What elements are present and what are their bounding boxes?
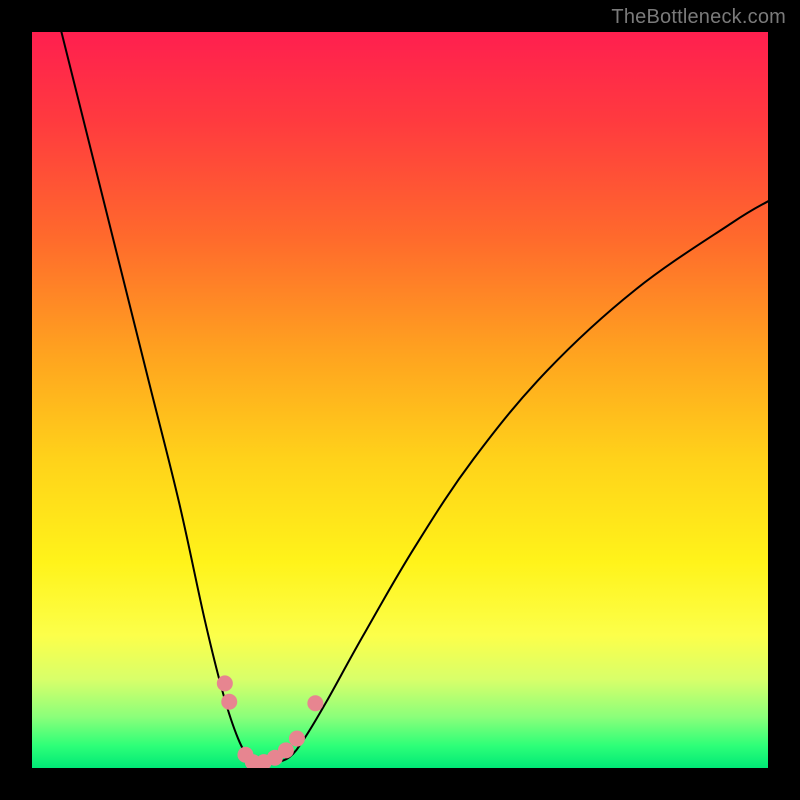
bottleneck-curve — [61, 32, 768, 763]
curve-layer — [32, 32, 768, 768]
data-marker — [289, 731, 305, 747]
data-marker — [221, 694, 237, 710]
chart-frame: TheBottleneck.com — [0, 0, 800, 800]
data-marker — [307, 695, 323, 711]
watermark-text: TheBottleneck.com — [611, 6, 786, 29]
plot-area — [32, 32, 768, 768]
data-marker — [278, 742, 294, 758]
data-marker — [217, 675, 233, 691]
